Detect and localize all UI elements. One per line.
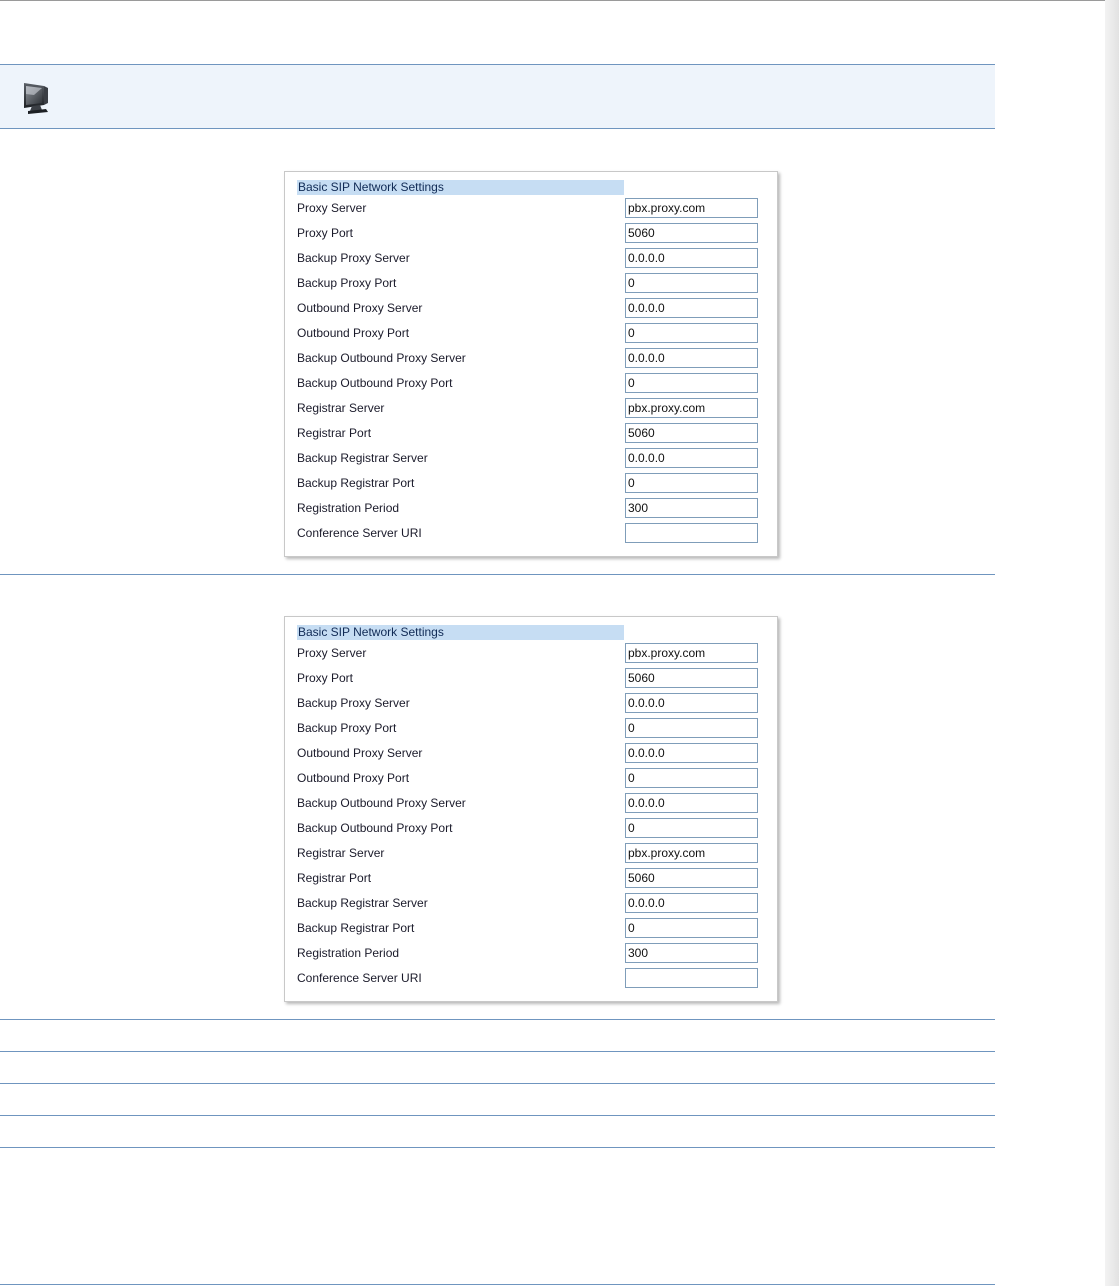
text-input[interactable]: pbx.proxy.com <box>625 643 758 663</box>
text-input[interactable]: 300 <box>625 498 758 518</box>
text-input[interactable]: 0.0.0.0 <box>625 248 758 268</box>
divider-rule <box>0 1019 995 1020</box>
settings-row: Outbound Proxy Port 0 <box>285 768 779 793</box>
settings-row: Conference Server URI <box>285 968 779 993</box>
section-header: Basic SIP Network Settings <box>297 180 624 195</box>
text-input[interactable]: 0 <box>625 473 758 493</box>
field-label: Proxy Port <box>297 226 354 240</box>
settings-row: Backup Proxy Server 0.0.0.0 <box>285 693 779 718</box>
divider-rule <box>0 1115 995 1116</box>
field-label: Proxy Server <box>297 201 367 215</box>
text-input[interactable]: 0.0.0.0 <box>625 298 758 318</box>
header-banner <box>0 64 995 129</box>
settings-row: Outbound Proxy Port 0 <box>285 323 779 348</box>
field-label: Backup Outbound Proxy Server <box>297 796 466 810</box>
page-top-rule <box>0 0 1119 1</box>
text-input[interactable]: 0 <box>625 768 758 788</box>
text-input[interactable]: 0 <box>625 323 758 343</box>
computer-monitor-icon <box>24 83 48 114</box>
settings-row: Backup Proxy Server 0.0.0.0 <box>285 248 779 273</box>
text-input[interactable]: 0 <box>625 918 758 938</box>
text-input[interactable]: 5060 <box>625 423 758 443</box>
text-input[interactable]: pbx.proxy.com <box>625 398 758 418</box>
field-label: Registrar Port <box>297 871 372 885</box>
settings-row: Backup Proxy Port 0 <box>285 273 779 298</box>
field-label: Backup Outbound Proxy Port <box>297 821 453 835</box>
field-label: Backup Registrar Port <box>297 476 415 490</box>
text-input[interactable]: 0 <box>625 818 758 838</box>
field-label: Proxy Server <box>297 646 367 660</box>
text-input[interactable]: 0.0.0.0 <box>625 448 758 468</box>
settings-row: Registrar Port 5060 <box>285 423 779 448</box>
text-input[interactable] <box>625 968 758 988</box>
field-label: Backup Proxy Server <box>297 696 410 710</box>
divider-rule <box>0 1051 995 1052</box>
text-input[interactable]: 5060 <box>625 668 758 688</box>
field-label: Registration Period <box>297 501 400 515</box>
text-input[interactable]: pbx.proxy.com <box>625 198 758 218</box>
settings-row: Backup Proxy Port 0 <box>285 718 779 743</box>
text-input[interactable]: pbx.proxy.com <box>625 843 758 863</box>
field-label: Backup Registrar Port <box>297 921 415 935</box>
field-label: Backup Registrar Server <box>297 451 428 465</box>
settings-row: Backup Outbound Proxy Port 0 <box>285 818 779 843</box>
field-label: Backup Proxy Port <box>297 721 397 735</box>
settings-row: Backup Registrar Port 0 <box>285 918 779 943</box>
text-input[interactable]: 300 <box>625 943 758 963</box>
field-label: Backup Outbound Proxy Port <box>297 376 453 390</box>
settings-row: Backup Registrar Port 0 <box>285 473 779 498</box>
field-label: Registrar Port <box>297 426 372 440</box>
text-input[interactable]: 0 <box>625 373 758 393</box>
settings-row: Conference Server URI <box>285 523 779 548</box>
field-label: Outbound Proxy Port <box>297 326 410 340</box>
divider-rule <box>0 1284 995 1285</box>
settings-row: Backup Registrar Server 0.0.0.0 <box>285 893 779 918</box>
divider-rule <box>0 1147 995 1148</box>
sip-settings-panel: Basic SIP Network Settings Proxy Server p… <box>284 171 778 557</box>
settings-row: Backup Outbound Proxy Port 0 <box>285 373 779 398</box>
settings-row: Registration Period 300 <box>285 943 779 968</box>
settings-row: Registrar Port 5060 <box>285 868 779 893</box>
field-label: Registrar Server <box>297 401 385 415</box>
settings-row: Registrar Server pbx.proxy.com <box>285 398 779 423</box>
settings-row: Registrar Server pbx.proxy.com <box>285 843 779 868</box>
text-input[interactable]: 0.0.0.0 <box>625 743 758 763</box>
settings-row: Proxy Server pbx.proxy.com <box>285 643 779 668</box>
text-input[interactable] <box>625 523 758 543</box>
field-label: Outbound Proxy Port <box>297 771 410 785</box>
text-input[interactable]: 0.0.0.0 <box>625 693 758 713</box>
field-label: Registrar Server <box>297 846 385 860</box>
settings-row: Proxy Port 5060 <box>285 223 779 248</box>
field-label: Backup Proxy Port <box>297 276 397 290</box>
field-label: Conference Server URI <box>297 526 422 540</box>
field-label: Outbound Proxy Server <box>297 746 423 760</box>
field-label: Backup Registrar Server <box>297 896 428 910</box>
settings-row: Outbound Proxy Server 0.0.0.0 <box>285 743 779 768</box>
field-label: Backup Outbound Proxy Server <box>297 351 466 365</box>
divider-rule <box>0 1083 995 1084</box>
field-label: Conference Server URI <box>297 971 422 985</box>
text-input[interactable]: 0 <box>625 718 758 738</box>
settings-row: Outbound Proxy Server 0.0.0.0 <box>285 298 779 323</box>
divider-rule <box>0 574 995 575</box>
text-input[interactable]: 0.0.0.0 <box>625 893 758 913</box>
field-label: Proxy Port <box>297 671 354 685</box>
settings-row: Proxy Server pbx.proxy.com <box>285 198 779 223</box>
sip-settings-panel: Basic SIP Network Settings Proxy Server p… <box>284 616 778 1002</box>
field-label: Outbound Proxy Server <box>297 301 423 315</box>
settings-row: Backup Outbound Proxy Server 0.0.0.0 <box>285 348 779 373</box>
settings-row: Backup Outbound Proxy Server 0.0.0.0 <box>285 793 779 818</box>
text-input[interactable]: 0 <box>625 273 758 293</box>
text-input[interactable]: 5060 <box>625 868 758 888</box>
settings-row: Backup Registrar Server 0.0.0.0 <box>285 448 779 473</box>
section-header: Basic SIP Network Settings <box>297 625 624 640</box>
field-label: Registration Period <box>297 946 400 960</box>
settings-row: Proxy Port 5060 <box>285 668 779 693</box>
text-input[interactable]: 0.0.0.0 <box>625 793 758 813</box>
settings-row: Registration Period 300 <box>285 498 779 523</box>
field-label: Backup Proxy Server <box>297 251 410 265</box>
text-input[interactable]: 0.0.0.0 <box>625 348 758 368</box>
text-input[interactable]: 5060 <box>625 223 758 243</box>
page-right-edge <box>1105 0 1119 1286</box>
